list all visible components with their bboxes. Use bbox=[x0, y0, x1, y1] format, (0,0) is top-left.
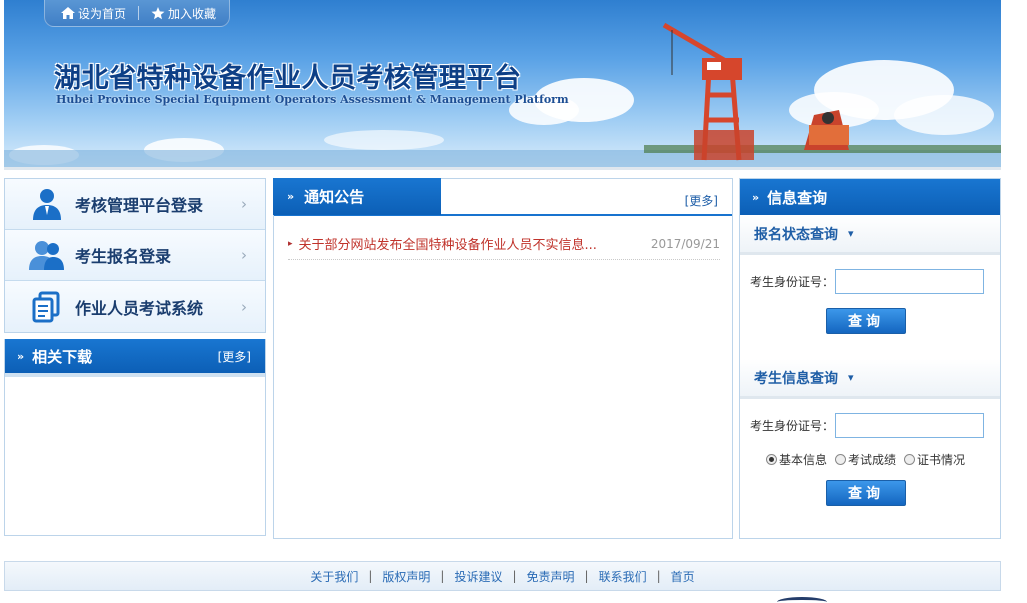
notice-tab[interactable]: » 通知公告 bbox=[273, 178, 441, 215]
footer-link-disclaimer[interactable]: 免责声明 bbox=[527, 568, 575, 585]
menu-item-label: 考核管理平台登录 bbox=[75, 196, 204, 215]
candidate-query-button[interactable]: 查询 bbox=[826, 480, 906, 506]
footer-divider: | bbox=[512, 569, 517, 583]
set-homepage-link[interactable]: 设为首页 bbox=[61, 5, 126, 22]
chevron-right-icon: › bbox=[241, 297, 247, 316]
star-icon bbox=[151, 6, 165, 19]
registration-status-form: 考生身份证号： 查询 bbox=[740, 255, 1000, 359]
document-icon bbox=[29, 290, 65, 324]
emblem-icon bbox=[777, 597, 827, 603]
footer-link-copyright[interactable]: 版权声明 bbox=[382, 568, 430, 585]
info-query-header: » 信息查询 bbox=[740, 179, 1000, 215]
notice-list: ▸ 关于部分网站发布全国特种设备作业人员不实信息... 2017/09/21 bbox=[274, 216, 732, 260]
login-menu: 考核管理平台登录 › 考生报名登录 › 作业人员考试系统 › bbox=[4, 178, 266, 333]
id-label: 考生身份证号： bbox=[750, 419, 835, 433]
list-item[interactable]: ▸ 关于部分网站发布全国特种设备作业人员不实信息... 2017/09/21 bbox=[288, 228, 720, 260]
candidate-id-input[interactable] bbox=[835, 413, 984, 438]
registration-query-button[interactable]: 查询 bbox=[826, 308, 906, 334]
menu-item-label: 考生报名登录 bbox=[75, 247, 172, 266]
menu-item-candidate-login[interactable]: 考生报名登录 › bbox=[5, 230, 265, 281]
footer-divider: | bbox=[440, 569, 445, 583]
registration-status-title: 报名状态查询 bbox=[754, 226, 838, 243]
chevron-right-icon: › bbox=[241, 246, 247, 264]
downloads-more-link[interactable]: [更多] bbox=[218, 348, 251, 365]
downloads-panel: » 相关下载 [更多] bbox=[4, 339, 266, 536]
radio-basic-info[interactable]: 基本信息 bbox=[766, 451, 827, 468]
notice-header: » 通知公告 [更多] bbox=[273, 178, 732, 216]
radio-certificate[interactable]: 证书情况 bbox=[904, 451, 965, 468]
add-favorite-label: 加入收藏 bbox=[168, 6, 217, 21]
header-banner: 设为首页 加入收藏 湖北省特种设备作业人员考核管理平台 Hubei Provin… bbox=[4, 0, 1001, 170]
notice-more-link[interactable]: [更多] bbox=[685, 192, 718, 209]
info-query-title: 信息查询 bbox=[767, 188, 828, 207]
candidate-info-title: 考生信息查询 bbox=[754, 370, 838, 387]
registration-status-toggle[interactable]: 报名状态查询 ▾ bbox=[740, 215, 1000, 255]
radio-button[interactable] bbox=[835, 454, 847, 465]
menu-item-platform-login[interactable]: 考核管理平台登录 › bbox=[5, 179, 265, 230]
footer-link-home[interactable]: 首页 bbox=[671, 568, 695, 585]
notice-title: 通知公告 bbox=[304, 188, 365, 206]
chevron-down-icon: ▾ bbox=[848, 371, 854, 384]
site-subtitle: Hubei Province Special Equipment Operato… bbox=[56, 93, 569, 106]
radio-label: 考试成绩 bbox=[848, 453, 897, 467]
users-icon bbox=[29, 238, 65, 272]
radio-button-checked[interactable] bbox=[766, 454, 777, 465]
home-icon bbox=[61, 7, 75, 19]
left-column: 考核管理平台登录 › 考生报名登录 › 作业人员考试系统 › » 相关下载 [更… bbox=[4, 178, 266, 536]
info-query-panel: » 信息查询 报名状态查询 ▾ 考生身份证号： 查询 考生信息查询 ▾ 考生身份… bbox=[739, 178, 1001, 539]
query-type-radio-group: 基本信息 考试成绩 证书情况 bbox=[766, 451, 1000, 468]
id-label: 考生身份证号： bbox=[750, 275, 835, 289]
notice-panel: » 通知公告 [更多] ▸ 关于部分网站发布全国特种设备作业人员不实信息... … bbox=[273, 178, 733, 539]
candidate-info-form: 考生身份证号： 基本信息 考试成绩 证书情况 查询 bbox=[740, 399, 1000, 506]
menu-item-exam-system[interactable]: 作业人员考试系统 › bbox=[5, 281, 265, 332]
add-favorite-link[interactable]: 加入收藏 bbox=[151, 5, 216, 22]
menu-item-label: 作业人员考试系统 bbox=[75, 298, 204, 318]
notice-item-title[interactable]: 关于部分网站发布全国特种设备作业人员不实信息... bbox=[299, 234, 641, 253]
footer-divider: | bbox=[368, 569, 373, 583]
set-homepage-label: 设为首页 bbox=[78, 6, 127, 21]
footer-links: 关于我们 | 版权声明 | 投诉建议 | 免责声明 | 联系我们 | 首页 bbox=[4, 561, 1001, 591]
double-chevron-icon: » bbox=[752, 190, 760, 204]
topbar: 设为首页 加入收藏 bbox=[44, 0, 230, 27]
footer-divider: | bbox=[656, 569, 661, 583]
downloads-header: » 相关下载 [更多] bbox=[5, 339, 265, 377]
user-icon bbox=[29, 187, 65, 221]
chevron-down-icon: ▾ bbox=[848, 227, 854, 240]
radio-button[interactable] bbox=[904, 454, 916, 465]
candidate-info-toggle[interactable]: 考生信息查询 ▾ bbox=[740, 359, 1000, 399]
footer-link-contact[interactable]: 联系我们 bbox=[599, 568, 647, 585]
radio-label: 证书情况 bbox=[917, 453, 966, 467]
double-chevron-icon: » bbox=[287, 190, 295, 203]
registration-id-input[interactable] bbox=[835, 269, 984, 294]
site-title: 湖北省特种设备作业人员考核管理平台 bbox=[54, 63, 522, 94]
radio-label: 基本信息 bbox=[779, 453, 828, 467]
double-chevron-icon: » bbox=[17, 349, 25, 363]
id-row: 考生身份证号： bbox=[750, 269, 1000, 294]
bullet-arrow-icon: ▸ bbox=[288, 238, 293, 249]
footer-bottom bbox=[4, 591, 1001, 603]
footer-link-about[interactable]: 关于我们 bbox=[310, 568, 358, 585]
topbar-divider bbox=[138, 6, 140, 20]
radio-exam-score[interactable]: 考试成绩 bbox=[835, 451, 896, 468]
chevron-right-icon: › bbox=[241, 195, 247, 213]
id-row: 考生身份证号： bbox=[750, 413, 1000, 438]
footer-link-feedback[interactable]: 投诉建议 bbox=[454, 568, 502, 585]
footer-divider: | bbox=[584, 569, 589, 583]
downloads-title: 相关下载 bbox=[32, 347, 93, 366]
notice-item-date: 2017/09/21 bbox=[650, 236, 720, 251]
